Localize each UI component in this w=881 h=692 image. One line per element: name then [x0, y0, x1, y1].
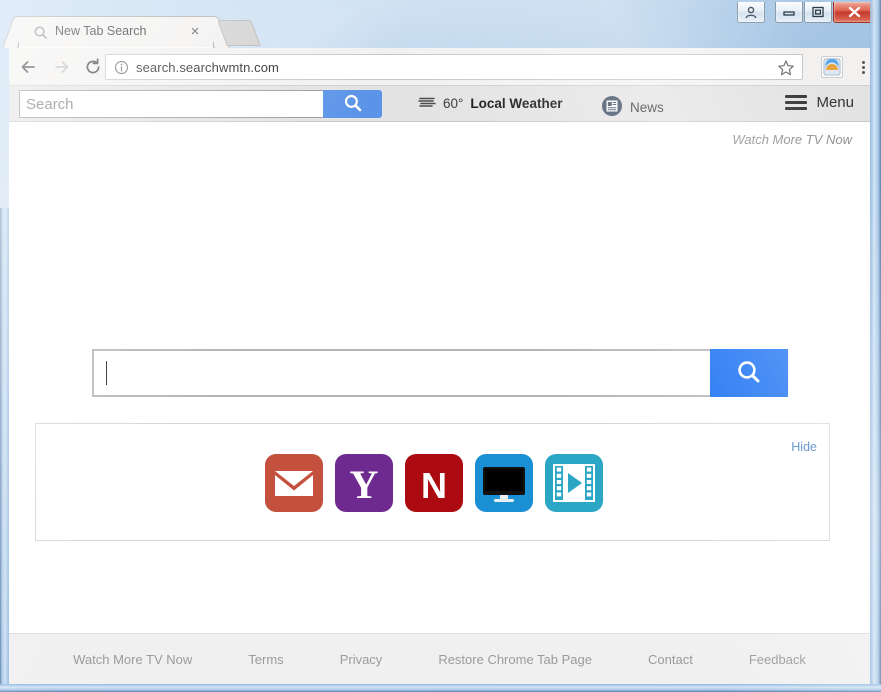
tab-left-edge — [2, 16, 28, 48]
weather-temperature: 60° — [443, 96, 464, 111]
search-input[interactable] — [19, 90, 323, 118]
newspaper-icon — [601, 95, 623, 120]
toolbar-menu-button[interactable]: Menu — [785, 94, 854, 111]
browser-tab[interactable]: New Tab Search × — [2, 16, 230, 48]
tab-title: New Tab Search — [55, 24, 147, 38]
svg-text:Y: Y — [349, 462, 378, 507]
url-text: search.searchwmtn.com — [136, 59, 279, 75]
info-circle-icon[interactable] — [114, 60, 129, 75]
window-border-left — [0, 208, 9, 684]
close-icon[interactable]: × — [187, 24, 203, 40]
window-border-right — [870, 0, 881, 684]
watch-more-tv-link-top[interactable]: Watch More TV Now — [732, 132, 852, 147]
window-controls — [736, 2, 875, 26]
netflix-tile[interactable]: N — [404, 454, 463, 512]
close-icon[interactable] — [833, 2, 875, 23]
three-dots-icon[interactable] — [855, 57, 871, 77]
extension-icon[interactable] — [821, 56, 843, 78]
yahoo-icon: Y — [334, 454, 393, 512]
footer-link[interactable]: Contact — [620, 652, 721, 667]
gmail-icon — [264, 454, 323, 512]
magnifier-icon — [343, 93, 363, 116]
main-search-button[interactable] — [710, 349, 788, 397]
footer-link[interactable]: Terms — [220, 652, 311, 667]
text-cursor — [106, 361, 107, 385]
hamburger-icon — [785, 95, 808, 110]
footer-link[interactable]: Privacy — [312, 652, 411, 667]
magnifier-icon — [735, 358, 763, 389]
main-search — [92, 349, 788, 397]
search-button[interactable] — [323, 90, 382, 118]
forward-button[interactable] — [51, 56, 73, 78]
reload-button[interactable] — [82, 56, 104, 78]
filmstrip-icon — [544, 454, 603, 512]
news-label: News — [630, 100, 664, 115]
tab-strip: New Tab Search × — [0, 0, 881, 48]
back-button[interactable] — [17, 56, 39, 78]
browser-toolbar: search.searchwmtn.com — [9, 48, 870, 86]
netflix-icon: N — [404, 454, 463, 512]
gmail-tile[interactable] — [264, 454, 323, 512]
desktop-background: New Tab Search × search.searchwmtn.com S… — [0, 0, 881, 692]
video-tile[interactable] — [544, 454, 603, 512]
svg-text:N: N — [421, 465, 447, 506]
main-search-input[interactable] — [92, 349, 710, 397]
yahoo-tile[interactable]: Y — [334, 454, 393, 512]
menu-label: Menu — [816, 94, 854, 111]
restore-icon[interactable] — [804, 2, 832, 23]
footer-link[interactable]: Restore Chrome Tab Page — [410, 652, 620, 667]
extension-toolbar: 60° Local Weather News — [9, 86, 870, 122]
footer-link[interactable]: Watch More TV Now — [45, 652, 220, 667]
footer-link[interactable]: Feedback — [721, 652, 834, 667]
page-content: Watch More TV Now Hide Y N — [9, 122, 870, 633]
browser-window: New Tab Search × search.searchwmtn.com S… — [0, 0, 881, 692]
hide-link[interactable]: Hide — [791, 440, 817, 454]
user-icon[interactable] — [737, 2, 765, 23]
minimize-icon[interactable] — [775, 2, 803, 23]
shortcut-icon-row: Y N — [36, 454, 831, 512]
weather-label: Local Weather — [470, 96, 563, 111]
page-footer: Watch More TV Now Terms Privacy Restore … — [9, 633, 870, 684]
toolbar-item-news[interactable]: News — [601, 95, 664, 120]
toolbar-item-weather[interactable]: 60° Local Weather — [418, 95, 562, 112]
tv-tile[interactable] — [474, 454, 533, 512]
search-icon — [33, 25, 49, 41]
weather-icon — [418, 95, 436, 112]
star-icon[interactable] — [777, 59, 795, 77]
address-bar[interactable]: search.searchwmtn.com — [105, 54, 803, 80]
toolbar-search — [19, 90, 382, 118]
shortcuts-panel: Hide Y N — [35, 423, 830, 541]
monitor-icon — [474, 454, 533, 512]
window-border-bottom — [0, 684, 881, 692]
